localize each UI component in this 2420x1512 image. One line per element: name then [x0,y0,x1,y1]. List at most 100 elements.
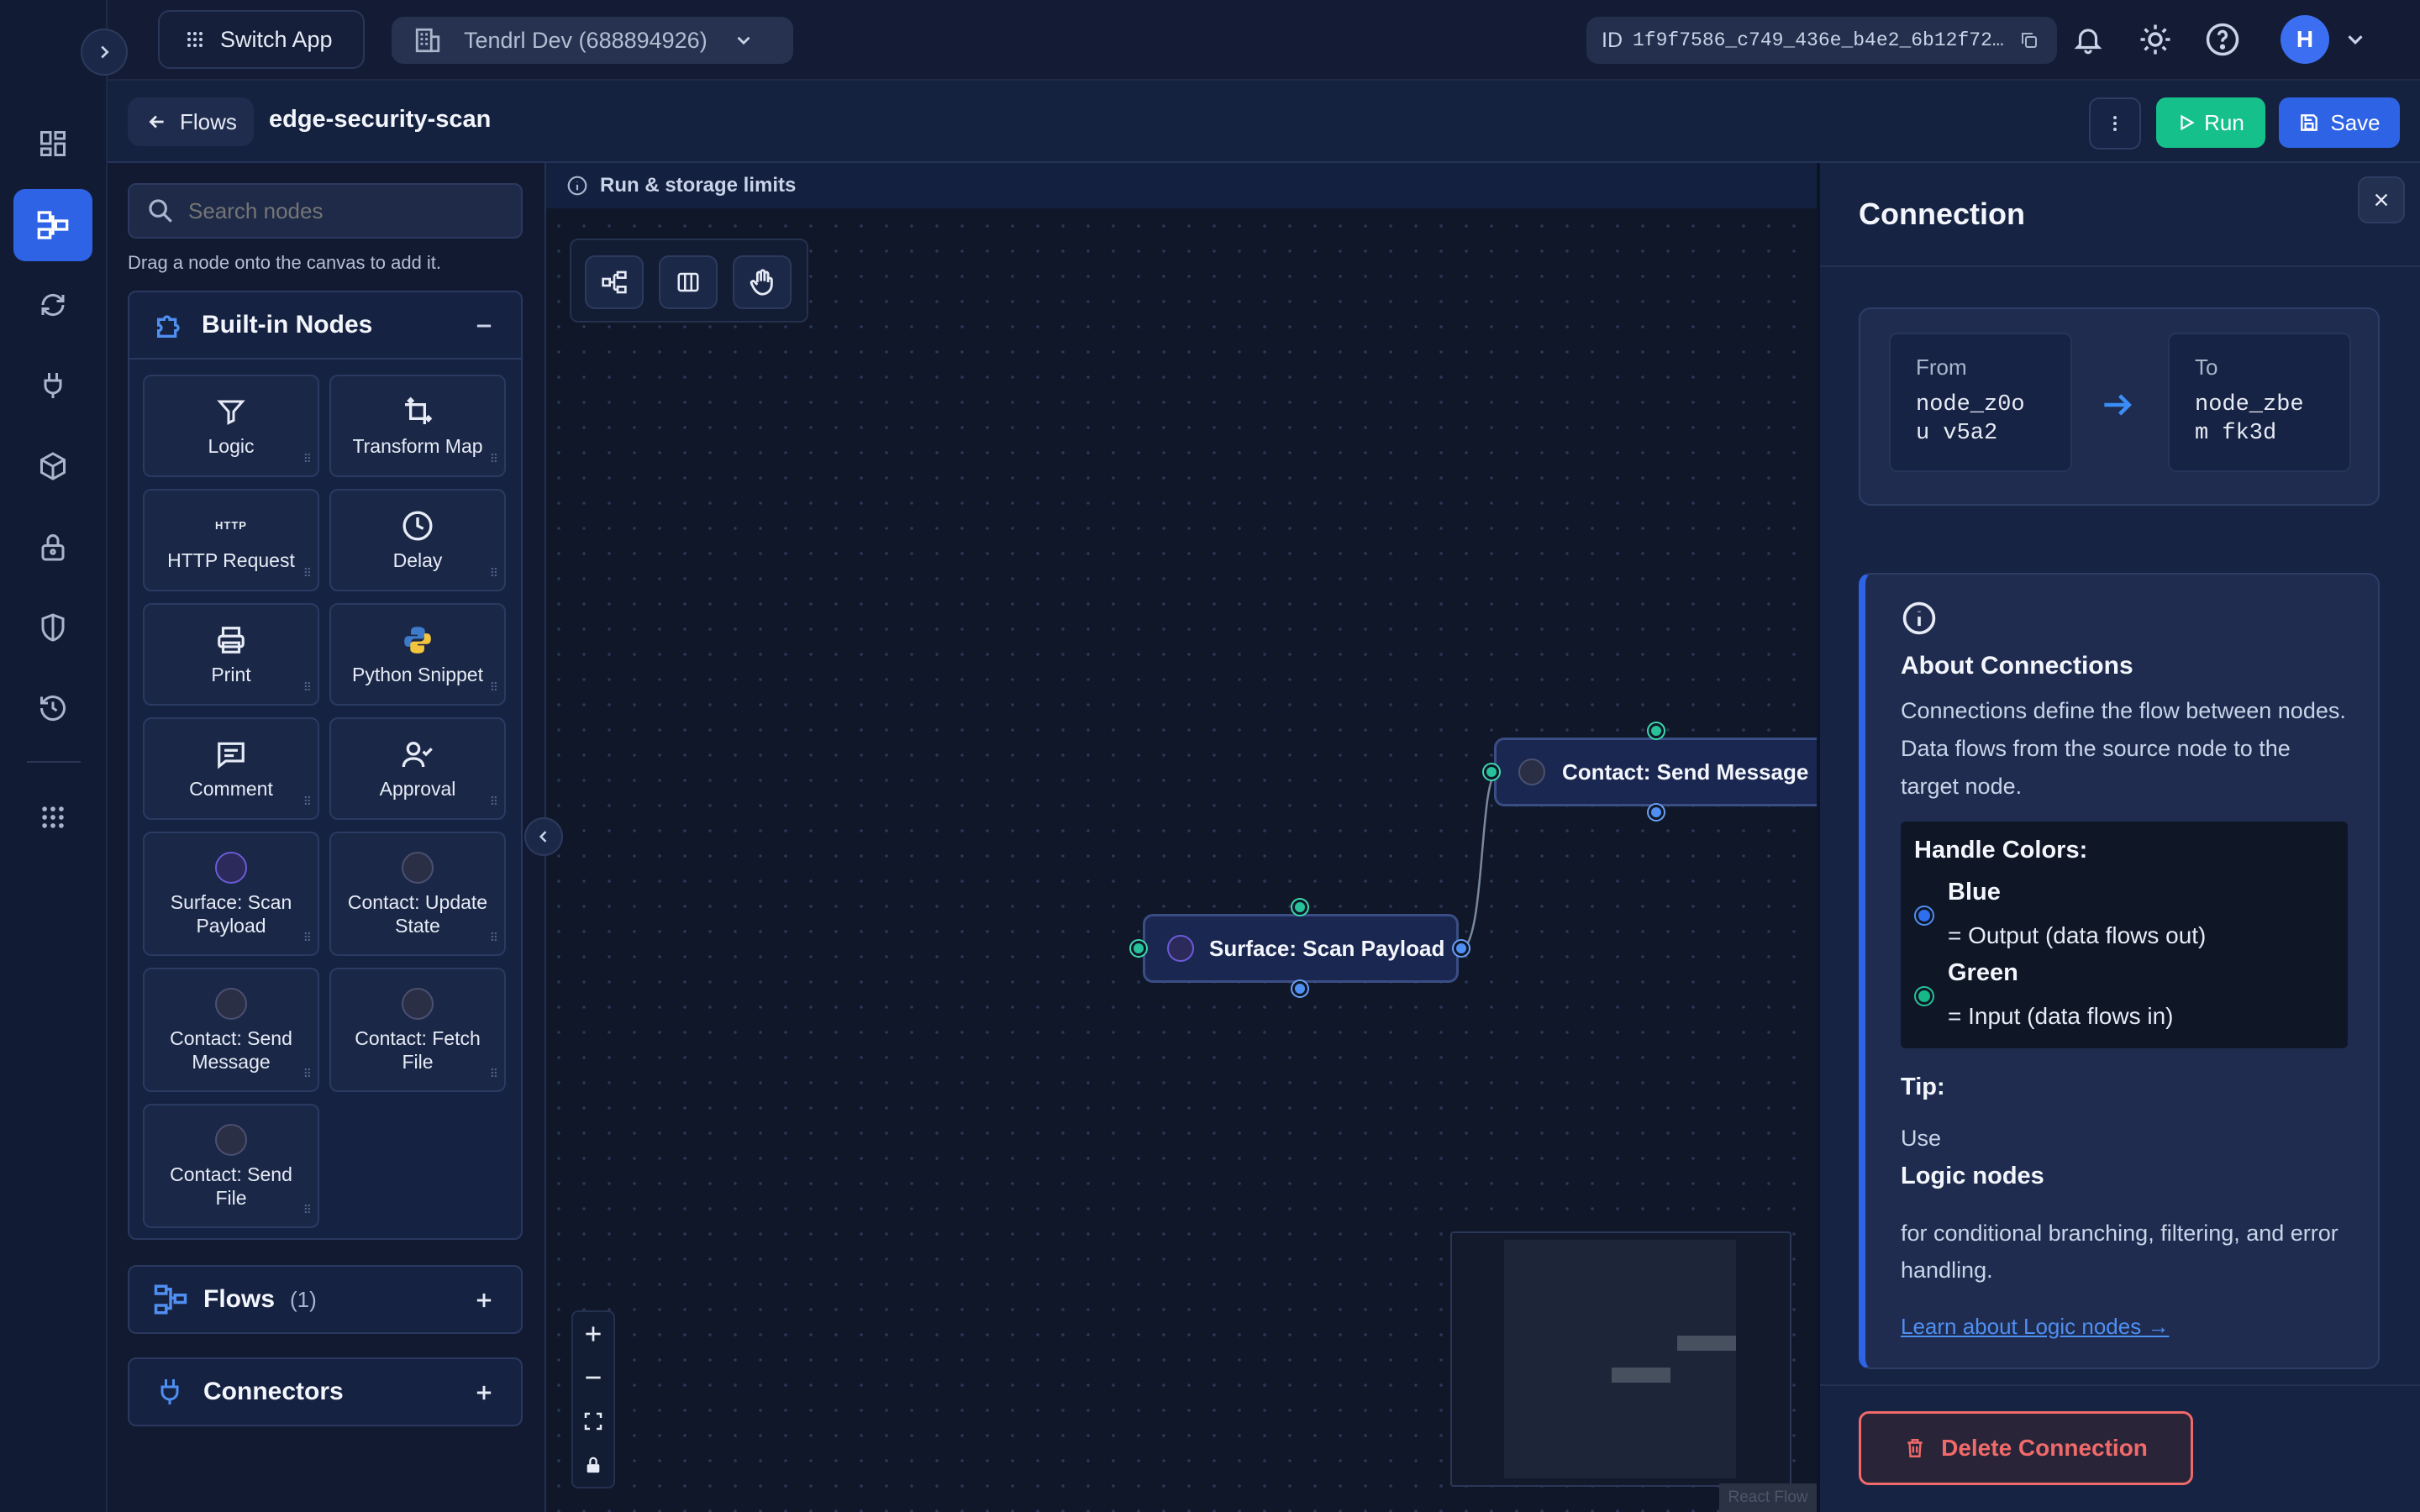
fit-view-button[interactable] [573,1399,613,1443]
node-tile-transform-map[interactable]: Transform Map ⠿ [329,375,506,477]
input-handle-top[interactable] [1292,900,1307,915]
account-menu-button[interactable] [2343,27,2368,52]
chevron-left-icon [539,831,547,843]
to-label: To [2195,354,2218,380]
output-handle-right[interactable] [1454,941,1469,956]
comment-icon [218,742,245,769]
flows-nav-button[interactable] [13,189,92,261]
node-tile-contact-send-file[interactable]: Contact: Send File ⠿ [143,1104,319,1228]
id-label: ID [1602,28,1623,52]
security-nav-button[interactable] [13,591,92,664]
panel-divider [1820,1384,2420,1386]
node-tile-label: HTTP Request [167,549,295,571]
more-options-button[interactable] [2089,97,2141,150]
node-tile-label: Python Snippet [351,664,483,685]
about-connections-card: About Connections Connections define the… [1859,573,2380,1369]
node-tile-surface-scan-payload[interactable]: Surface: Scan Payload ⠿ [143,832,319,956]
theme-toggle-button[interactable] [2138,22,2173,57]
close-panel-button[interactable] [2358,176,2405,223]
node-tile-http-request[interactable]: HTTP HTTP Request ⠿ [143,489,319,591]
run-button[interactable]: Run [2156,97,2265,148]
builtin-nodes-header[interactable]: Built-in Nodes [129,292,521,360]
search-nodes-input[interactable] [188,197,508,224]
http-icon: HTTP [215,519,247,532]
clock-icon [402,511,433,541]
blue-description: = Output (data flows out) [1948,922,2207,948]
builtin-nodes-title: Built-in Nodes [202,311,373,339]
node-tile-contact-update-state[interactable]: Contact: Update State ⠿ [329,832,506,956]
collapse-sidebar-button[interactable] [524,817,563,856]
connection-endpoints-card: From node_z0ou v5a2 To node_zbem fk3d [1859,307,2380,506]
flows-section[interactable]: Flows (1) [128,1265,523,1334]
flow-canvas[interactable]: Run & storage limits Contact: Send Messa… [546,163,1830,1512]
zoom-in-button[interactable] [573,1312,613,1356]
input-handle-top[interactable] [1649,723,1664,738]
node-tile-logic[interactable]: Logic ⠿ [143,375,319,477]
node-tile-delay[interactable]: Delay ⠿ [329,489,506,591]
run-label: Run [2204,109,2244,135]
node-tile-python-snippet[interactable]: Python Snippet ⠿ [329,603,506,706]
help-icon [2206,23,2239,56]
expand-rail-button[interactable] [81,29,128,76]
save-button[interactable]: Save [2279,97,2400,148]
help-button[interactable] [2205,22,2240,57]
contact-badge-icon [1518,759,1545,785]
connectors-nav-button[interactable] [13,349,92,422]
lock-icon [587,1457,600,1473]
flow-node-label: Contact: Send Message [1562,759,1809,785]
secrets-nav-button[interactable] [13,511,92,583]
learn-logic-nodes-link[interactable]: Learn about Logic nodes → [1901,1314,2169,1340]
history-nav-button[interactable] [13,672,92,744]
plug-icon [44,373,62,398]
nodes-sidebar: Drag a node onto the canvas to add it. B… [109,163,546,1512]
minimap-node [1612,1368,1670,1383]
node-tile-label: Delay [392,549,443,571]
output-handle-bottom[interactable] [1292,981,1307,996]
zoom-out-button[interactable] [573,1356,613,1399]
flow-node-surface-scan-payload[interactable]: Surface: Scan Payload [1143,914,1459,983]
collapse-minus-icon[interactable] [472,314,496,338]
workspace-selector[interactable]: Tendrl Dev (688894926) [392,17,793,64]
node-tile-print[interactable]: Print ⠿ [143,603,319,706]
node-tile-label: Contact: Update State [347,891,488,937]
avatar[interactable]: H [2281,15,2329,64]
avatar-initial: H [2296,26,2314,52]
add-connector-icon[interactable] [472,1381,496,1404]
builtin-nodes-panel: Built-in Nodes Logic ⠿ Transform Map ⠿ HTT… [128,291,523,1240]
back-to-flows-button[interactable]: Flows [128,97,254,146]
node-tile-label: Contact: Fetch File [355,1027,481,1073]
input-handle-left[interactable] [1484,764,1499,780]
copy-icon[interactable] [2019,30,2039,50]
flows-section-title: Flows [203,1285,276,1313]
contact-badge-icon [215,1124,247,1156]
sun-icon [2140,24,2170,55]
blue-label: Blue [1948,879,2001,906]
node-tile-comment[interactable]: Comment ⠿ [143,717,319,820]
node-tile-contact-send-message[interactable]: Contact: Send Message ⠿ [143,968,319,1092]
bell-icon [2074,29,2102,55]
minimap[interactable] [1450,1231,1791,1487]
handle-colors-title: Handle Colors: [1914,837,2088,864]
input-handle-left[interactable] [1131,941,1146,956]
delete-connection-button[interactable]: Delete Connection [1859,1411,2193,1485]
notifications-button[interactable] [2072,24,2104,55]
dashboard-nav-button[interactable] [13,108,92,180]
switch-app-button[interactable]: Switch App [158,10,365,69]
sync-nav-button[interactable] [13,269,92,341]
output-handle-bottom[interactable] [1649,805,1664,820]
packages-nav-button[interactable] [13,430,92,502]
python-icon [404,627,431,654]
surface-badge-icon [215,852,247,884]
node-tile-approval[interactable]: Approval ⠿ [329,717,506,820]
react-flow-attribution[interactable]: React Flow [1719,1483,1817,1512]
connectors-section[interactable]: Connectors [128,1357,523,1426]
search-nodes-field[interactable] [128,183,523,239]
flow-node-contact-send-message[interactable]: Contact: Send Message [1494,738,1830,806]
from-node-box: From node_z0ou v5a2 [1889,333,2072,472]
add-flow-icon[interactable] [472,1289,496,1312]
plug-icon [160,1379,179,1404]
lock-canvas-button[interactable] [573,1443,613,1487]
more-apps-nav-button[interactable] [13,781,92,853]
node-tile-contact-fetch-file[interactable]: Contact: Fetch File ⠿ [329,968,506,1092]
node-tile-label: Surface: Scan Payload [170,891,292,937]
